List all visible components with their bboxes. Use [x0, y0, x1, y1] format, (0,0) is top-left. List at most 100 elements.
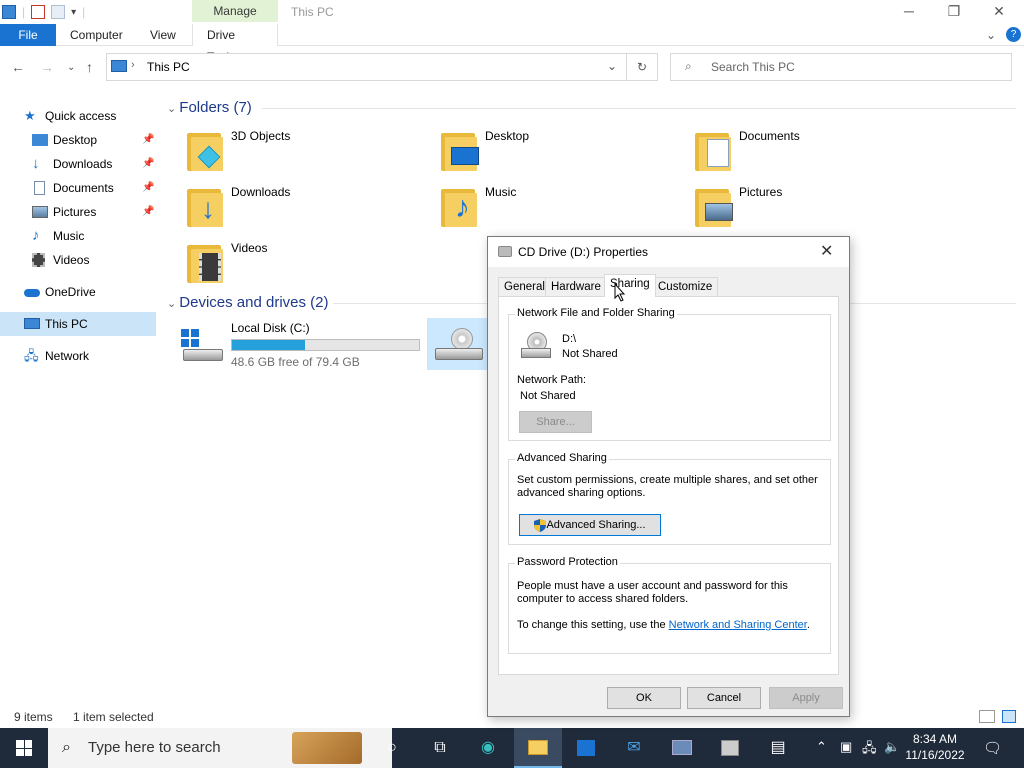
tab-view[interactable]: View [150, 24, 176, 46]
close-icon[interactable]: ✕ [820, 241, 833, 261]
cortana-icon[interactable]: ○ [368, 728, 416, 768]
details-view-icon[interactable] [979, 710, 995, 723]
sidebar-item-music[interactable]: ♪ Music [0, 224, 156, 248]
folder-music[interactable]: ♪ Music [439, 185, 679, 233]
network-sharing-group: Network File and Folder Sharing D:\ Not … [508, 307, 831, 441]
sidebar-item-onedrive[interactable]: OneDrive [0, 280, 156, 304]
drive-local-disk-c[interactable]: Local Disk (C:) 48.6 GB free of 79.4 GB [181, 321, 431, 369]
pin-icon[interactable]: 📌 [142, 176, 154, 200]
taskbar-search-input[interactable]: ⌕ Type here to search [48, 728, 392, 768]
folder-documents[interactable]: Documents [693, 129, 933, 177]
drive-share-state: Not Shared [562, 348, 618, 360]
task-view-icon[interactable]: ⧉ [416, 728, 464, 768]
folder-downloads[interactable]: ↓ Downloads [185, 185, 425, 233]
up-arrow-icon[interactable]: ↑ [86, 59, 93, 75]
sidebar-item-quick-access[interactable]: ★ Quick access [0, 104, 156, 128]
selection-count: 1 item selected [73, 710, 154, 724]
taskbar-search-placeholder[interactable]: Type here to search [88, 728, 221, 768]
folder-label: Downloads [231, 185, 291, 199]
folder-label: Documents [739, 129, 800, 143]
tab-general[interactable]: General [498, 277, 551, 297]
start-button[interactable] [0, 728, 48, 768]
folder-pictures[interactable]: Pictures [693, 185, 933, 233]
share-button[interactable]: Share... [519, 411, 592, 433]
address-path[interactable]: This PC [147, 54, 190, 80]
folder-videos[interactable]: Videos [185, 241, 425, 289]
chevron-right-icon[interactable]: › [131, 59, 135, 71]
refresh-icon[interactable]: ↻ [626, 53, 658, 81]
folders-group-heading[interactable]: ⌄ Folders (7) [167, 99, 252, 116]
tab-customize[interactable]: Customize [652, 277, 719, 297]
forward-arrow-icon[interactable]: → [40, 59, 54, 75]
file-explorer-icon[interactable] [514, 728, 562, 768]
close-button[interactable]: ✕ [976, 0, 1022, 24]
properties-icon[interactable] [31, 5, 46, 19]
drive-usage-fill [232, 340, 305, 350]
tab-file[interactable]: File [0, 24, 56, 46]
tab-computer[interactable]: Computer [70, 24, 123, 46]
expand-ribbon-icon[interactable]: ⌄ [986, 24, 996, 46]
network-sharing-center-link[interactable]: Network and Sharing Center [669, 619, 807, 631]
sidebar-item-downloads[interactable]: ↓ Downloads 📌 [0, 152, 156, 176]
mail-icon[interactable]: ✉ [610, 728, 658, 768]
tab-hardware[interactable]: Hardware [545, 277, 607, 297]
pin-icon[interactable]: 📌 [142, 200, 154, 224]
cd-drive-icon [435, 328, 483, 362]
edge-icon[interactable]: ◉ [464, 728, 512, 768]
help-icon[interactable]: ? [1006, 27, 1021, 42]
folder-icon: ♪ [439, 185, 479, 229]
drive-cd-d[interactable] [427, 318, 489, 370]
remote-desktop-icon[interactable] [658, 728, 706, 768]
pin-icon[interactable]: 📌 [142, 152, 154, 176]
search-input[interactable]: ⌕ Search This PC [670, 53, 1012, 81]
manage-context-tab[interactable]: Manage [192, 0, 278, 22]
back-arrow-icon[interactable]: ← [11, 59, 25, 75]
sidebar-item-this-pc[interactable]: This PC [0, 312, 156, 336]
minimize-button[interactable]: ─ [886, 0, 932, 24]
network-tray-icon[interactable]: 🖧 [862, 739, 877, 761]
folder-desktop[interactable]: Desktop [439, 129, 679, 177]
notifications-icon[interactable]: 🗨 [983, 739, 1002, 757]
news-icon[interactable]: ▤ [754, 728, 802, 768]
volume-icon[interactable]: 🔈 [884, 739, 900, 755]
store-icon[interactable] [562, 728, 610, 768]
sidebar-item-videos[interactable]: Videos [0, 248, 156, 272]
chevron-down-icon[interactable]: ⌄ [167, 103, 179, 115]
devices-group-heading[interactable]: ⌄ Devices and drives (2) [167, 294, 329, 311]
group-label: Network File and Folder Sharing [515, 307, 677, 319]
customize-qat-icon[interactable]: ▾ [71, 7, 76, 18]
device-icon[interactable]: ▣ [840, 739, 852, 755]
search-highlight-image[interactable] [292, 732, 362, 764]
folder-3d-objects[interactable]: 3D Objects [185, 129, 425, 177]
cloud-icon [24, 289, 40, 297]
pin-icon[interactable]: 📌 [142, 128, 154, 152]
maximize-button[interactable]: ❐ [931, 0, 977, 24]
sidebar-item-pictures[interactable]: Pictures 📌 [0, 200, 156, 224]
dialog-title-bar[interactable]: CD Drive (D:) Properties ✕ [488, 237, 849, 267]
recent-locations-icon[interactable]: ⌄ [67, 60, 75, 76]
folder-icon [439, 129, 479, 173]
server-manager-icon[interactable] [706, 728, 754, 768]
apply-button[interactable]: Apply [769, 687, 843, 709]
clock[interactable]: 8:34 AM 11/16/2022 [905, 731, 965, 763]
desktop-icon [451, 147, 479, 165]
show-hidden-icons[interactable]: ⌃ [816, 739, 827, 755]
large-icons-view-icon[interactable] [1002, 710, 1016, 723]
star-icon: ★ [24, 108, 36, 123]
tab-sharing[interactable]: Sharing [604, 274, 656, 297]
tab-drive-tools[interactable]: Drive Tools [192, 24, 278, 64]
ok-button[interactable]: OK [607, 687, 681, 709]
sidebar-item-desktop[interactable]: Desktop 📌 [0, 128, 156, 152]
chevron-down-icon[interactable]: ⌄ [167, 298, 179, 310]
cancel-button[interactable]: Cancel [687, 687, 761, 709]
sidebar-item-documents[interactable]: Documents 📌 [0, 176, 156, 200]
new-folder-icon[interactable] [51, 5, 66, 19]
chevron-down-icon[interactable]: ⌄ [607, 59, 617, 73]
address-bar[interactable]: › This PC ⌄ [106, 53, 658, 81]
password-description: People must have a user account and pass… [517, 580, 788, 592]
advanced-sharing-button[interactable]: Advanced Sharing... [519, 514, 661, 536]
computer-icon[interactable] [2, 5, 16, 19]
search-placeholder[interactable]: Search This PC [711, 54, 795, 80]
folder-label: Desktop [485, 129, 530, 143]
sidebar-item-network[interactable]: 🖧 Network [0, 344, 156, 368]
